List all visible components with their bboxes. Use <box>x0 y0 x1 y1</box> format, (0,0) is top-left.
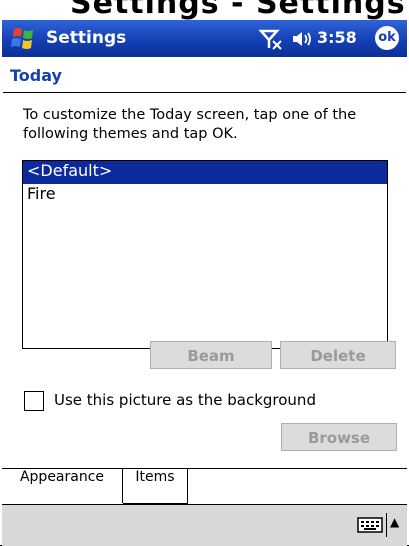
app-title: Settings <box>46 28 127 48</box>
title-bar: Settings 3:58 ok <box>2 20 407 57</box>
menu-bar: ▲ <box>2 504 407 546</box>
tab-strip: Appearance Items <box>2 468 407 505</box>
clock[interactable]: 3:58 <box>317 28 357 47</box>
speaker-icon[interactable] <box>291 29 313 49</box>
theme-item-default[interactable]: <Default> <box>23 161 387 184</box>
input-panel-divider <box>386 513 387 537</box>
theme-list[interactable]: <Default> Fire <box>22 160 388 349</box>
ok-button[interactable]: ok <box>375 26 399 50</box>
keyboard-icon[interactable] <box>357 515 383 535</box>
instructions-text: To customize the Today screen, tap one o… <box>23 107 357 142</box>
tab-items[interactable]: Items <box>123 469 188 504</box>
pocket-pc-screen: Settings 3:58 ok Today To customize the … <box>0 20 409 546</box>
background-checkbox[interactable] <box>24 391 44 411</box>
page-title: Today <box>10 66 62 85</box>
no-signal-antenna-icon[interactable] <box>259 28 283 50</box>
windows-flag-icon[interactable] <box>8 24 38 52</box>
delete-button[interactable]: Delete <box>280 341 396 369</box>
theme-item-fire[interactable]: Fire <box>23 184 387 207</box>
background-checkbox-label[interactable]: Use this picture as the background <box>54 391 316 409</box>
up-arrow-icon[interactable]: ▲ <box>390 515 399 529</box>
browse-button[interactable]: Browse <box>281 423 397 451</box>
cutoff-window-title: Settings - Settings <box>0 0 409 20</box>
tab-strip-filler <box>188 469 407 505</box>
beam-button[interactable]: Beam <box>150 341 272 369</box>
title-divider <box>3 92 406 93</box>
cutoff-title-text: Settings - Settings <box>70 0 406 20</box>
tab-appearance[interactable]: Appearance <box>2 469 123 503</box>
